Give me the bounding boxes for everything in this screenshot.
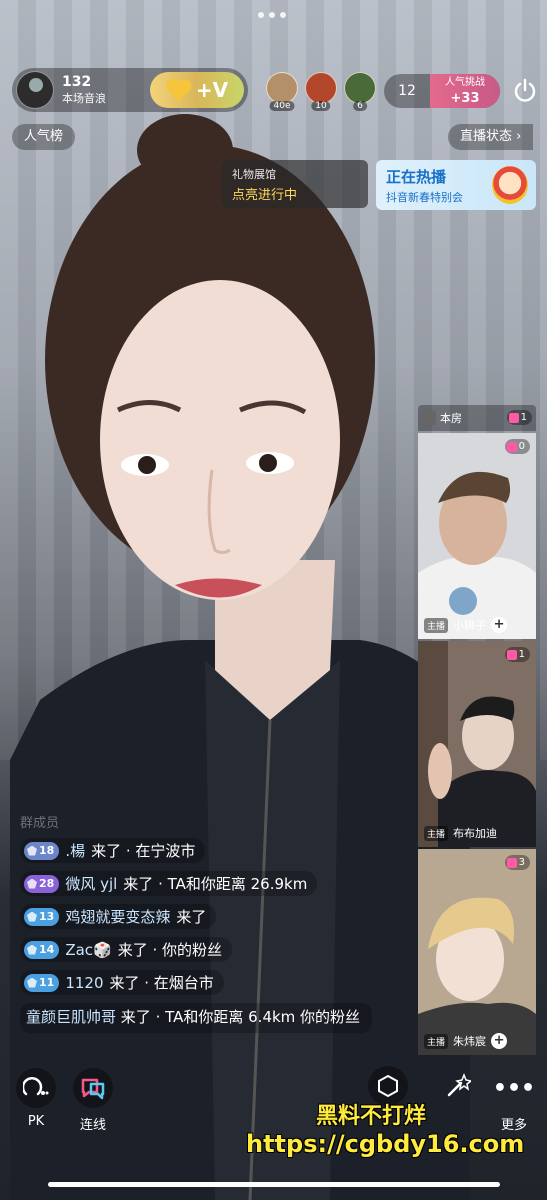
cohost-tile[interactable]: 3 主播 朱炜宸 + <box>418 849 536 1055</box>
follow-plus-button[interactable]: + <box>491 617 508 633</box>
host-tag: 主播 <box>424 825 449 841</box>
cohost-video <box>418 641 536 847</box>
cohost-label: 主播 朱炜宸 + <box>424 1033 508 1049</box>
chat-message[interactable]: 11 1120 来了 · 在烟台市 <box>20 970 224 995</box>
level-icon <box>27 977 37 988</box>
level-badge: 13 <box>24 907 60 926</box>
cohost-header[interactable]: 本房 1 <box>418 405 536 431</box>
follow-plus-button[interactable]: + <box>491 1033 508 1049</box>
chat-text: 来了 · 在烟台市 <box>109 974 214 992</box>
gift-hall-title: 礼物展馆 <box>232 168 276 181</box>
cohost-name: 朱炜宸 <box>453 1035 487 1048</box>
host-tag: 主播 <box>424 1033 449 1049</box>
mascot-icon <box>492 166 528 204</box>
gift-hall-status: 点亮进行中 <box>232 188 298 203</box>
level-icon <box>27 944 37 955</box>
badge-text: +V <box>195 78 229 102</box>
gift-count-badge: 1 <box>506 410 532 425</box>
heart-icon <box>166 79 192 101</box>
chat-message[interactable]: 13 鸡翅就要变态辣 来了 <box>20 904 217 929</box>
host-sound-count: 132 <box>62 74 92 91</box>
chat-message-long[interactable]: 童颜巨肌帅哥 来了 · TA和你距离 6.4km 你的粉丝 <box>20 1003 372 1033</box>
gift-count-badge: 1 <box>504 647 530 662</box>
cohost-tile[interactable]: 1 主播 布布加迪 <box>418 641 536 847</box>
host-tag: 主播 <box>424 617 449 633</box>
cohost-name: 小狮子 <box>453 619 487 632</box>
chat-username[interactable]: 微风 yjl <box>65 873 117 894</box>
room-label: 本房 <box>440 412 462 425</box>
gift-icon <box>506 649 517 660</box>
challenge-badge[interactable]: 人气挑战 +33 <box>430 74 500 108</box>
room-avatar-icon <box>422 411 436 425</box>
level-icon <box>27 878 37 889</box>
link-icon <box>73 1068 113 1108</box>
chat-message[interactable]: 28 微风 yjl 来了 · TA和你距离 26.9km <box>20 871 318 896</box>
power-icon[interactable] <box>512 78 538 104</box>
chat-text: 来了 · 你的粉丝 <box>117 941 223 959</box>
chat-username[interactable]: 童颜巨肌帅哥 <box>26 1008 116 1026</box>
home-indicator[interactable] <box>48 1182 500 1187</box>
viewer-avatar[interactable]: 10 <box>305 72 337 111</box>
chat-text: 来了 <box>176 908 207 926</box>
chat-message[interactable]: 14 Zac🎲 来了 · 你的粉丝 <box>20 937 233 962</box>
host-avatar[interactable] <box>16 71 54 109</box>
pk-icon <box>16 1068 56 1108</box>
cohost-video <box>418 849 536 1055</box>
cohost-label: 主播 布布加迪 <box>424 825 497 841</box>
chat-username[interactable]: 鸡翅就要变态辣 <box>65 906 170 927</box>
chat-username[interactable]: 1120 <box>65 974 103 992</box>
level-badge: 28 <box>24 874 60 893</box>
viewer-avatar[interactable]: 6 <box>344 72 376 111</box>
cohost-video <box>418 433 536 639</box>
live-status-button[interactable]: 直播状态 › <box>448 124 534 150</box>
chat-text: 来了 · TA和你距离 6.4km 你的粉丝 <box>120 1008 361 1026</box>
host-sound-label: 本场音浪 <box>62 91 106 105</box>
top-viewers: 40e 10 6 <box>266 72 376 111</box>
cohost-tile[interactable]: 0 主播 小狮子 + <box>418 433 536 639</box>
pk-button[interactable]: PK <box>14 1068 58 1129</box>
level-badge: 18 <box>24 841 60 860</box>
chat-username[interactable]: Zac🎲 <box>65 941 111 959</box>
level-icon <box>27 911 37 922</box>
level-badge: 14 <box>24 940 60 959</box>
challenge-value: +33 <box>450 91 480 106</box>
level-badge: 11 <box>24 973 60 992</box>
chat-text: 来了 · TA和你距离 26.9km <box>123 875 308 893</box>
popularity-challenge[interactable]: 12 人气挑战 +33 <box>384 74 500 108</box>
chat-text: 来了 · 在宁波市 <box>91 842 196 860</box>
cohost-label: 主播 小狮子 + <box>424 617 508 633</box>
gift-icon <box>506 441 517 452</box>
pk-label: PK <box>27 1114 45 1129</box>
level-icon <box>27 845 37 856</box>
link-label: 连线 <box>79 1118 106 1133</box>
follow-badge-button[interactable]: +V <box>150 72 244 108</box>
chat-username[interactable]: .楊 <box>65 840 85 861</box>
host-info-pill[interactable]: 132 本场音浪 +V <box>12 68 248 112</box>
watermark: 黑料不打烊 https://cgbdy16.com <box>246 1104 525 1158</box>
gift-count-badge: 0 <box>504 439 530 454</box>
challenge-label: 人气挑战 <box>445 77 485 88</box>
popularity-rank-button[interactable]: 人气榜 <box>12 124 76 150</box>
gift-hall-card[interactable]: 礼物展馆 点亮进行中 <box>222 160 368 208</box>
gift-icon <box>506 857 517 868</box>
viewer-avatar[interactable]: 40e <box>266 72 298 111</box>
chat-feed[interactable]: 群成员 18 .楊 来了 · 在宁波市 28 微风 yjl 来了 · TA和你距… <box>20 812 390 1033</box>
gift-count-badge: 3 <box>504 855 530 870</box>
cohost-name: 布布加迪 <box>453 827 498 840</box>
drag-handle[interactable] <box>258 12 286 18</box>
online-count: 12 <box>398 83 416 99</box>
chat-message[interactable]: 18 .楊 来了 · 在宁波市 <box>20 838 206 863</box>
chat-faded-line: 群成员 <box>20 816 60 831</box>
link-button[interactable]: 连线 <box>70 1068 116 1133</box>
now-playing-card[interactable]: 正在热播 抖音新春特别会 <box>376 160 536 210</box>
cohost-panel: 本房 1 0 主播 小狮子 + 1 主播 布布加迪 3 主播 朱炜宸 + <box>418 405 536 1055</box>
gift-icon <box>508 412 519 423</box>
